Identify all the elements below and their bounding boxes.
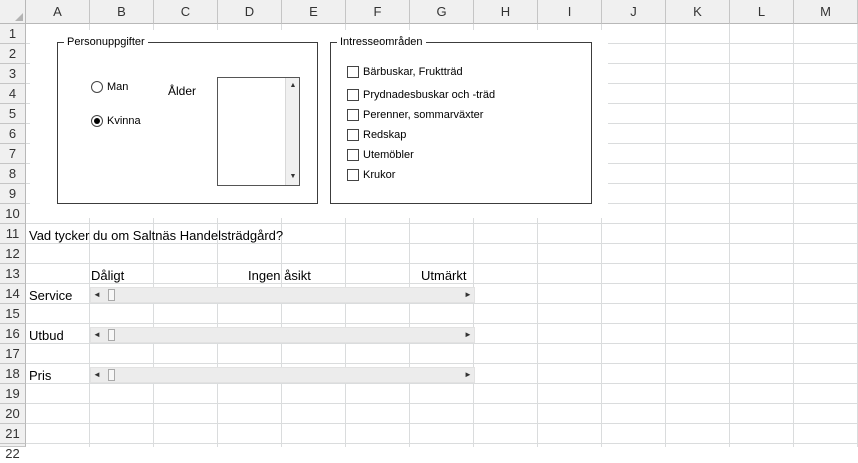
checkbox-prydnadsbuskar[interactable] [347, 89, 359, 101]
row-header-9[interactable]: 9 [0, 184, 26, 204]
column-header-j[interactable]: J [602, 0, 666, 24]
row-header-21[interactable]: 21 [0, 424, 26, 444]
scroll-right-arrow-icon[interactable]: ► [463, 370, 473, 380]
row-header-1[interactable]: 1 [0, 24, 26, 44]
listbox-scrollbar[interactable]: ▲ ▼ [285, 78, 299, 185]
rating-label-pris: Pris [29, 368, 52, 383]
row-header-15[interactable]: 15 [0, 304, 26, 324]
gridline [26, 303, 858, 304]
row-header-12[interactable]: 12 [0, 244, 26, 264]
radio-man[interactable] [91, 81, 103, 93]
row-header-8[interactable]: 8 [0, 164, 26, 184]
checkbox-krukor[interactable] [347, 169, 359, 181]
radio-man-label[interactable]: Man [107, 81, 128, 94]
row-header-10[interactable]: 10 [0, 204, 26, 224]
row-header-16[interactable]: 16 [0, 324, 26, 344]
row-header-20[interactable]: 20 [0, 404, 26, 424]
scroll-left-arrow-icon[interactable]: ◄ [92, 290, 102, 300]
scrollbar-thumb[interactable] [108, 369, 115, 381]
row-header-19[interactable]: 19 [0, 384, 26, 404]
select-all-corner[interactable] [0, 0, 26, 24]
row-header-3[interactable]: 3 [0, 64, 26, 84]
row-header-13[interactable]: 13 [0, 264, 26, 284]
scale-mid-label: Ingen åsikt [248, 268, 311, 283]
checkbox-redskap-label[interactable]: Redskap [363, 129, 406, 142]
interests-group-label: Intresseområden [337, 36, 426, 49]
gridline [26, 323, 858, 324]
gridline [26, 343, 858, 344]
age-listbox[interactable]: ▲ ▼ [217, 77, 300, 186]
column-header-a[interactable]: A [26, 0, 90, 24]
column-header-k[interactable]: K [666, 0, 730, 24]
row-header-5[interactable]: 5 [0, 104, 26, 124]
row-header-2[interactable]: 2 [0, 44, 26, 64]
gridline [26, 383, 858, 384]
checkbox-krukor-label[interactable]: Krukor [363, 169, 395, 182]
rating-scrollbar-service[interactable]: ◄ ► [90, 287, 475, 303]
column-header-h[interactable]: H [474, 0, 538, 24]
checkbox-perenner[interactable] [347, 109, 359, 121]
row-header-17[interactable]: 17 [0, 344, 26, 364]
scale-high-label: Utmärkt [421, 268, 467, 283]
survey-question: Vad tycker du om Saltnäs Handelsträdgård… [29, 228, 284, 243]
checkbox-redskap[interactable] [347, 129, 359, 141]
checkbox-utemobler[interactable] [347, 149, 359, 161]
gridline [26, 363, 858, 364]
row-header-7[interactable]: 7 [0, 144, 26, 164]
column-header-i[interactable]: I [538, 0, 602, 24]
scroll-right-arrow-icon[interactable]: ► [463, 290, 473, 300]
spreadsheet-grid[interactable]: A B C D E F G H I J K L M 1 2 3 4 5 6 7 … [0, 0, 858, 461]
checkbox-barbuskar[interactable] [347, 66, 359, 78]
row-header-6[interactable]: 6 [0, 124, 26, 144]
column-header-f[interactable]: F [346, 0, 410, 24]
rating-scrollbar-pris[interactable]: ◄ ► [90, 367, 475, 383]
row-header-18[interactable]: 18 [0, 364, 26, 384]
row-header-4[interactable]: 4 [0, 84, 26, 104]
row-header-11[interactable]: 11 [0, 224, 26, 244]
scroll-up-arrow-icon[interactable]: ▲ [286, 82, 300, 90]
personal-info-group-label: Personuppgifter [64, 36, 148, 49]
column-header-e[interactable]: E [282, 0, 346, 24]
scroll-right-arrow-icon[interactable]: ► [463, 330, 473, 340]
checkbox-utemobler-label[interactable]: Utemöbler [363, 149, 414, 162]
checkbox-barbuskar-label[interactable]: Bärbuskar, Fruktträd [363, 66, 463, 79]
radio-kvinna[interactable] [91, 115, 103, 127]
checkbox-prydnadsbuskar-label[interactable]: Prydnadesbuskar och -träd [363, 89, 495, 102]
scrollbar-thumb[interactable] [108, 289, 115, 301]
radio-selected-dot [94, 118, 100, 124]
gridline [26, 443, 858, 444]
radio-kvinna-label[interactable]: Kvinna [107, 115, 141, 128]
gridline [26, 223, 858, 224]
rating-label-service: Service [29, 288, 73, 303]
scroll-left-arrow-icon[interactable]: ◄ [92, 330, 102, 340]
row-header-14[interactable]: 14 [0, 284, 26, 304]
gridline [26, 263, 858, 264]
scroll-left-arrow-icon[interactable]: ◄ [92, 370, 102, 380]
scroll-down-arrow-icon[interactable]: ▼ [286, 173, 300, 181]
rating-scrollbar-utbud[interactable]: ◄ ► [90, 327, 475, 343]
gridline [26, 403, 858, 404]
scrollbar-thumb[interactable] [108, 329, 115, 341]
checkbox-perenner-label[interactable]: Perenner, sommarväxter [363, 109, 483, 122]
gridline [26, 423, 858, 424]
column-header-d[interactable]: D [218, 0, 282, 24]
column-header-c[interactable]: C [154, 0, 218, 24]
scale-low-label: Dåligt [91, 268, 125, 283]
column-header-l[interactable]: L [730, 0, 794, 24]
age-label: Ålder [168, 84, 197, 98]
rating-label-utbud: Utbud [29, 328, 64, 343]
column-header-m[interactable]: M [794, 0, 858, 24]
column-header-g[interactable]: G [410, 0, 474, 24]
column-header-b[interactable]: B [90, 0, 154, 24]
